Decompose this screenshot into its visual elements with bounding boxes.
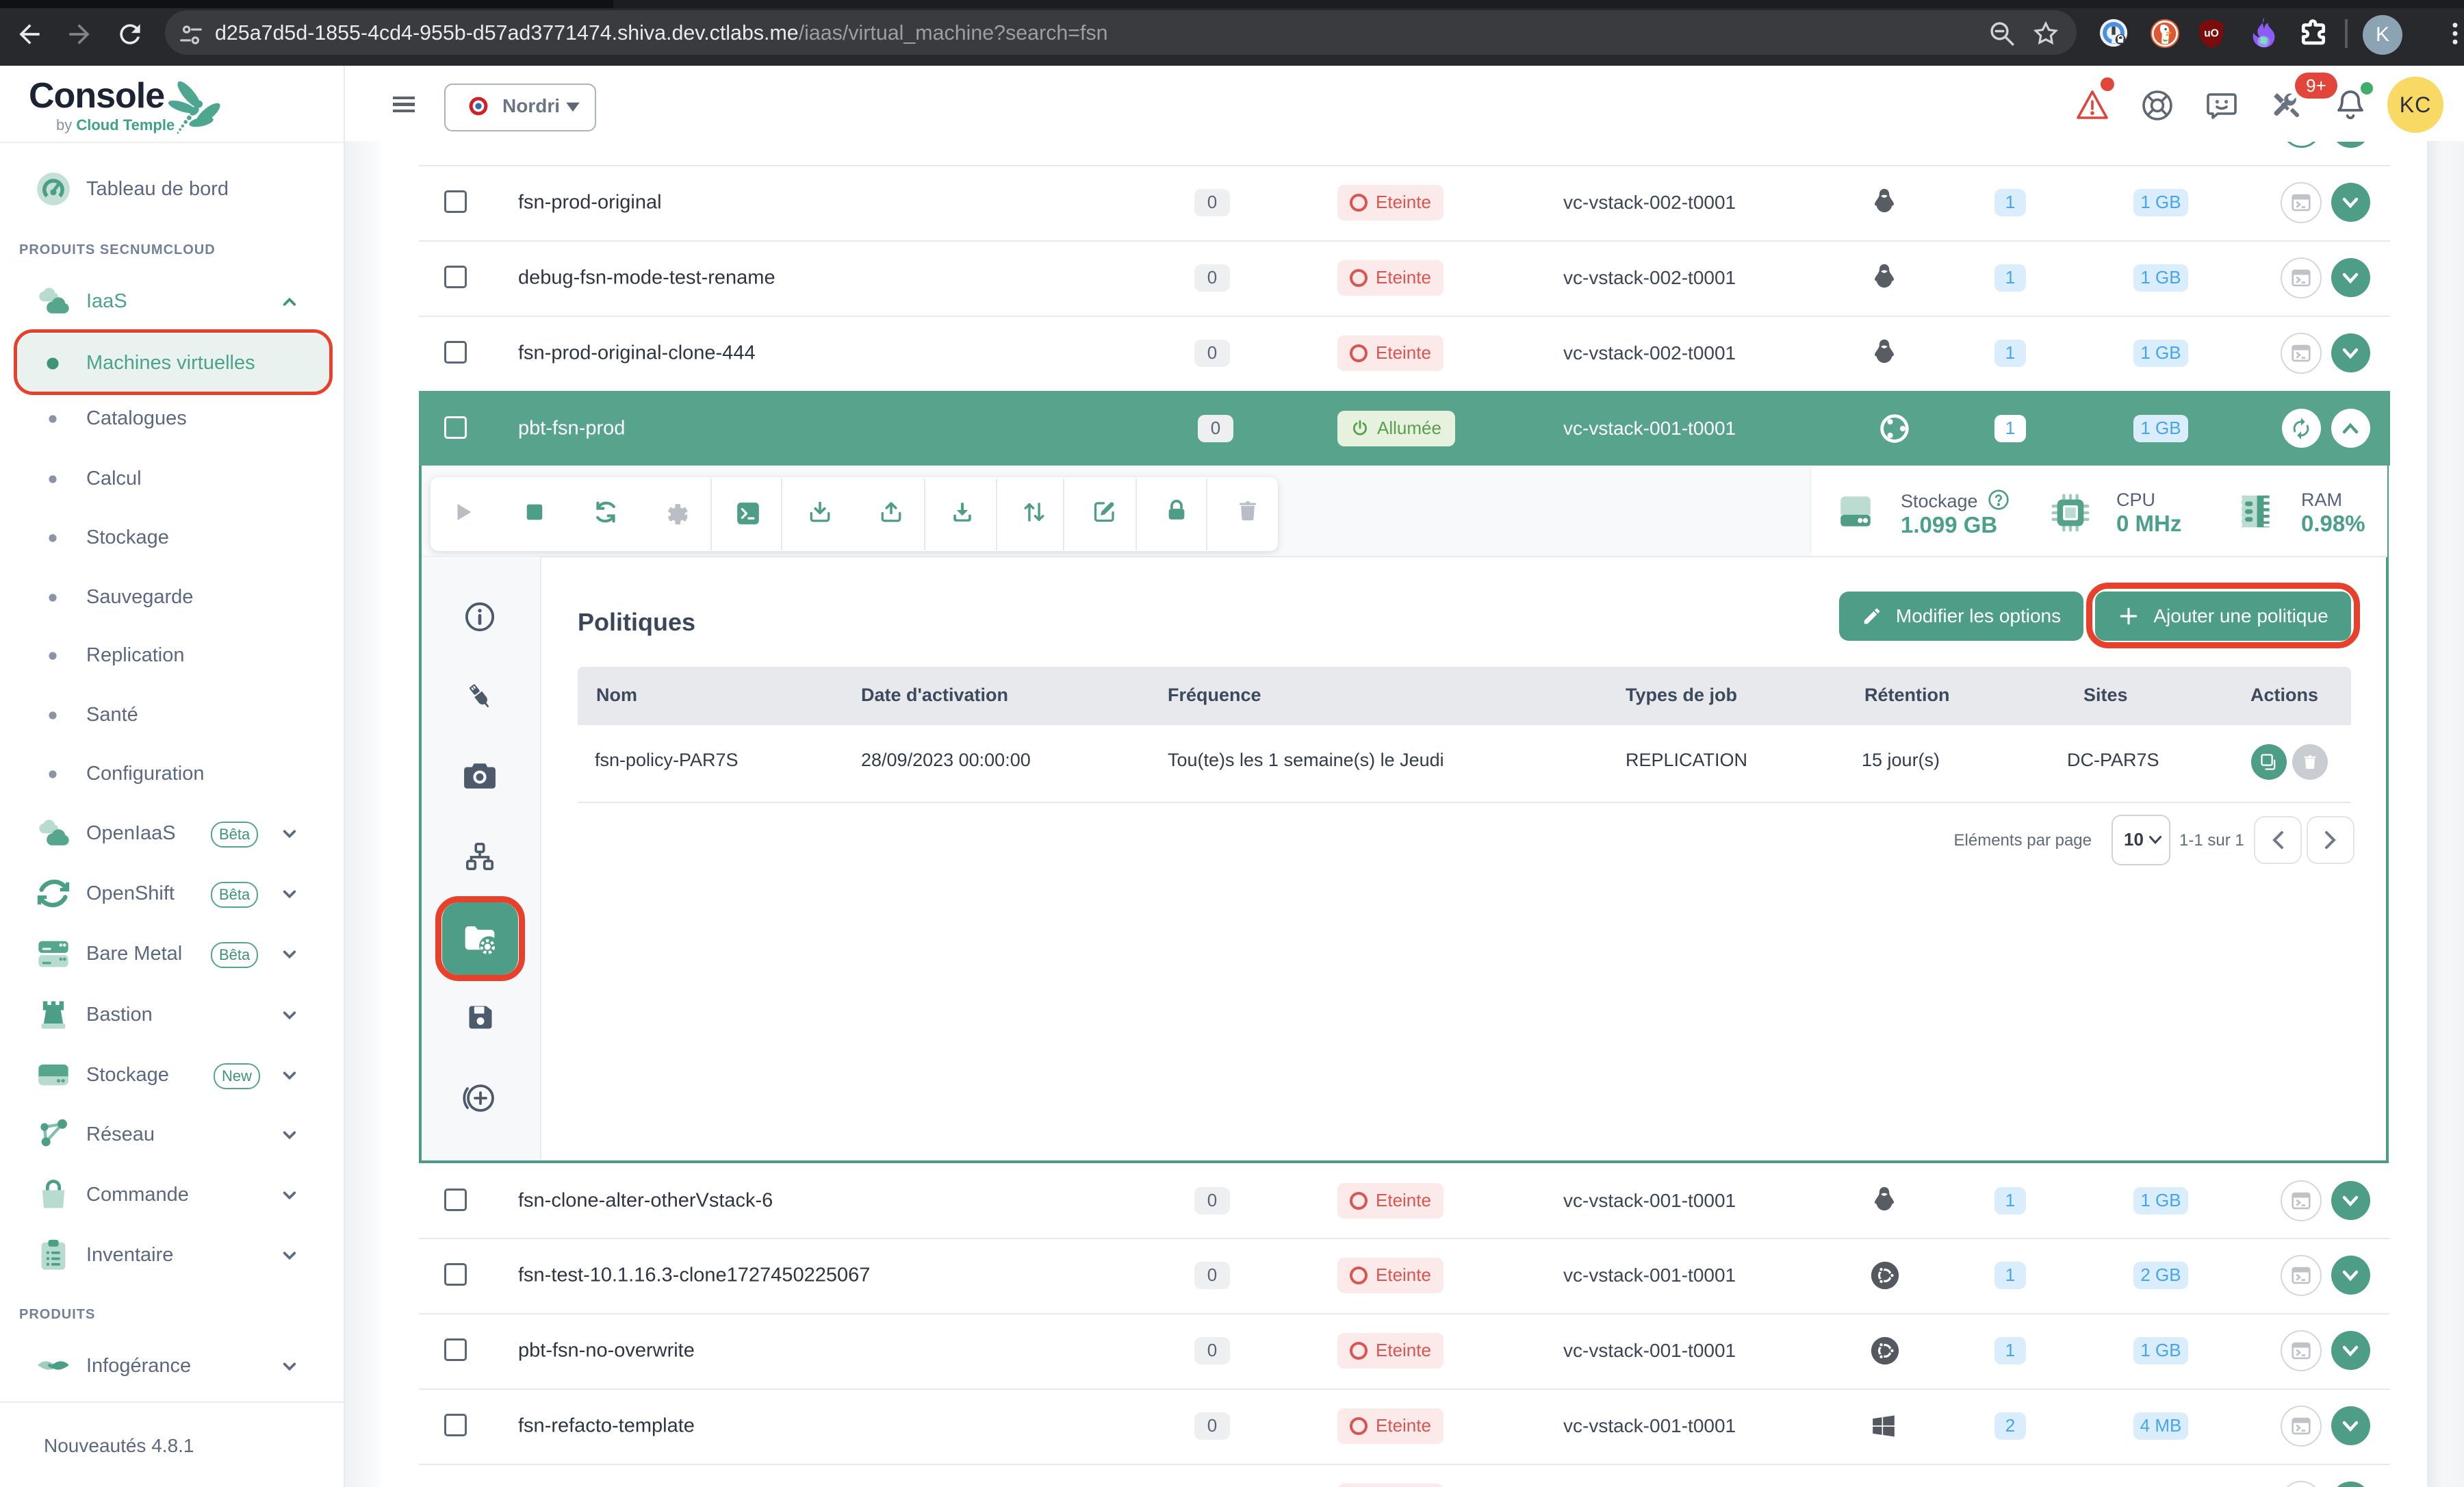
svg-text:uO: uO: [2204, 27, 2219, 39]
